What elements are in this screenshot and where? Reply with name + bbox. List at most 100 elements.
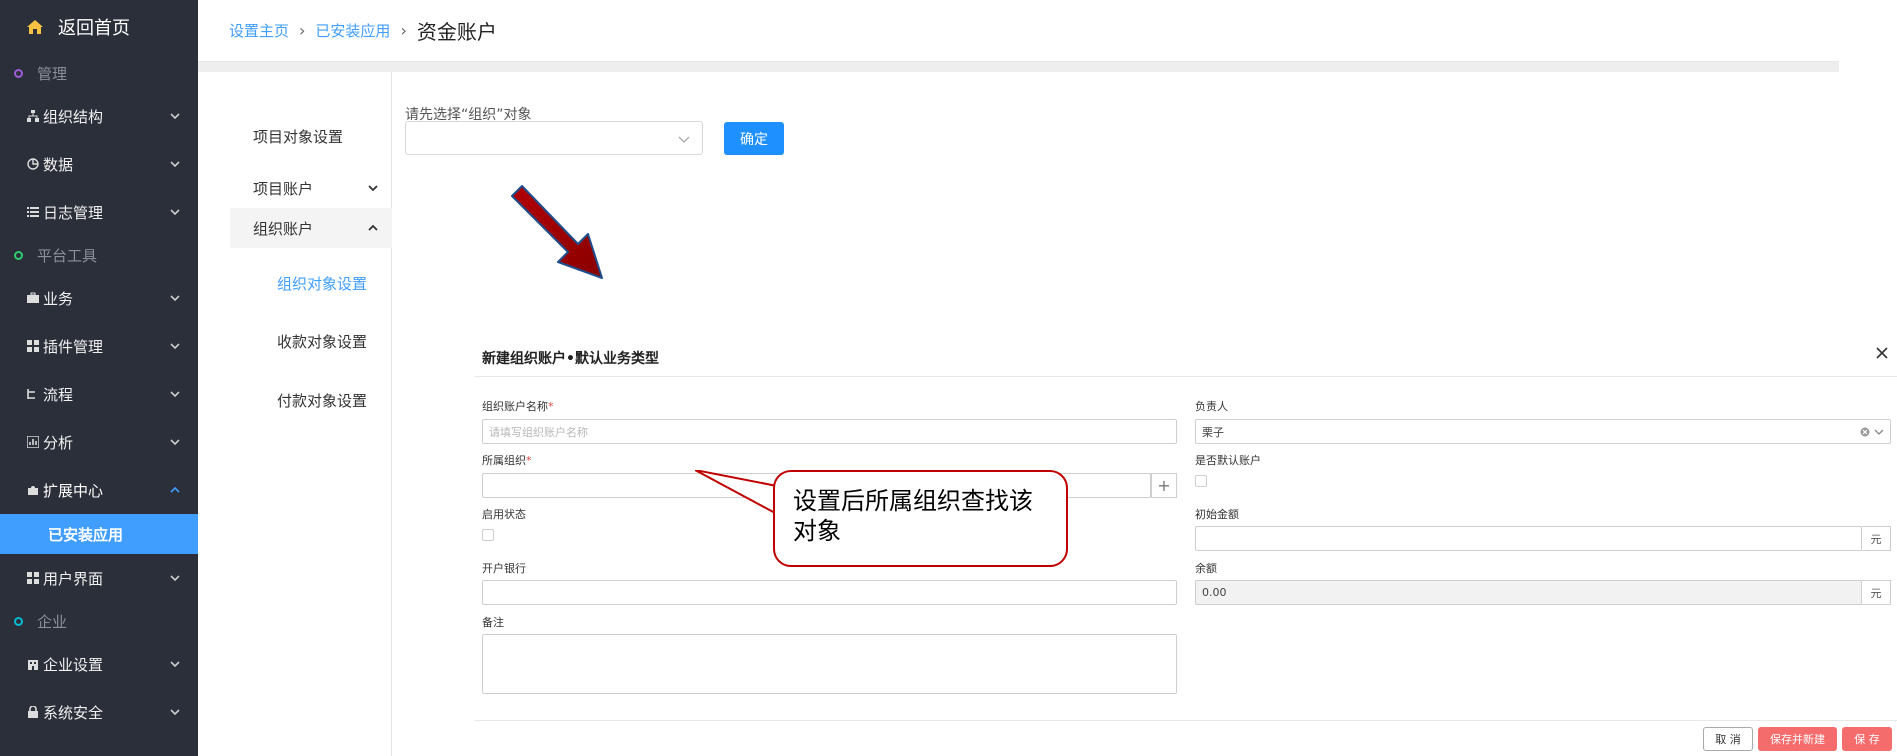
owner-select[interactable]: 栗子 xyxy=(1195,419,1891,444)
chevron-down-icon xyxy=(170,573,180,583)
list-icon xyxy=(26,206,39,219)
remark-label: 备注 xyxy=(482,616,504,629)
chevron-down-icon xyxy=(170,707,180,717)
account-name-input[interactable]: 请填写组织账户名称 xyxy=(482,419,1177,444)
submenu-org-object[interactable]: 组织对象设置 xyxy=(277,273,367,294)
balance-value: 0.00 xyxy=(1202,586,1227,599)
breadcrumb: 设置主页 › 已安装应用 › 资金账户 xyxy=(198,0,1839,62)
group-enterprise: 企业 xyxy=(0,602,198,640)
submenu-org-account[interactable]: 组织账户 xyxy=(230,208,392,248)
sidebar-item-data[interactable]: 数据 xyxy=(0,140,198,188)
chart-icon xyxy=(26,436,39,449)
home-icon xyxy=(26,18,44,36)
callout-pointer-icon xyxy=(695,470,778,515)
group-dot-icon xyxy=(14,68,23,78)
chevron-down-icon xyxy=(170,341,180,351)
lock-icon xyxy=(26,706,39,719)
puzzle-icon xyxy=(26,484,39,497)
sidebar-item-log[interactable]: 日志管理 xyxy=(0,188,198,236)
sidebar-item-label: 已安装应用 xyxy=(48,525,124,544)
chevron-down-icon xyxy=(170,437,180,447)
breadcrumb-separator-icon: › xyxy=(400,21,407,40)
owner-label: 负责人 xyxy=(1195,400,1228,413)
chevron-down-icon xyxy=(368,183,378,193)
initial-amount-label: 初始金额 xyxy=(1195,508,1239,521)
chevron-down-icon xyxy=(170,659,180,669)
sidebar-item-enterprise-settings[interactable]: 企业设置 xyxy=(0,640,198,688)
sidebar-item-org-structure[interactable]: 组织结构 xyxy=(0,92,198,140)
dialog-title: 新建组织账户•默认业务类型 xyxy=(482,351,659,367)
sitemap-icon xyxy=(26,110,39,123)
sidebar-item-extensions[interactable]: 扩展中心 xyxy=(0,466,198,514)
breadcrumb-installed-apps[interactable]: 已安装应用 xyxy=(315,20,390,41)
submenu-label: 项目对象设置 xyxy=(253,127,344,146)
home-link[interactable]: 返回首页 xyxy=(0,0,198,54)
enabled-checkbox[interactable] xyxy=(482,529,494,541)
page-title: 资金账户 xyxy=(416,20,497,44)
sidebar-item-analysis[interactable]: 分析 xyxy=(0,418,198,466)
briefcase-icon xyxy=(26,292,39,305)
header-divider xyxy=(198,62,1839,72)
sidebar-item-plugins[interactable]: 插件管理 xyxy=(0,322,198,370)
confirm-button[interactable]: 确定 xyxy=(724,122,784,155)
flow-icon xyxy=(26,388,39,401)
bank-input[interactable] xyxy=(482,580,1177,605)
sidebar-item-installed-apps[interactable]: 已安装应用 xyxy=(0,514,198,554)
unit-label: 元 xyxy=(1862,526,1891,551)
remark-textarea[interactable] xyxy=(482,634,1177,694)
initial-amount-input[interactable] xyxy=(1195,526,1862,551)
close-icon[interactable] xyxy=(1875,346,1889,360)
enabled-label: 启用状态 xyxy=(482,508,526,521)
chevron-up-icon xyxy=(170,485,180,495)
clear-icon[interactable] xyxy=(1860,427,1870,437)
required-mark: * xyxy=(526,454,532,467)
sidebar-item-business[interactable]: 业务 xyxy=(0,274,198,322)
account-name-label: 组织账户名称* xyxy=(482,398,554,414)
submenu-label: 项目账户 xyxy=(253,179,314,198)
add-org-button[interactable]: + xyxy=(1151,473,1177,498)
required-mark: * xyxy=(548,400,554,413)
group-platform-label: 平台工具 xyxy=(37,246,98,265)
save-and-new-button[interactable]: 保存并新建 xyxy=(1758,727,1837,751)
annotation-callout: 设置后所属组织查找该对象 xyxy=(773,470,1068,567)
submenu-project-object[interactable]: 项目对象设置 xyxy=(230,118,392,154)
building-icon xyxy=(26,658,39,671)
grid-icon xyxy=(26,340,39,353)
dialog-footer-divider xyxy=(474,720,1897,721)
dialog-divider xyxy=(474,376,1897,377)
submenu: 项目对象设置 项目账户 组织账户 组织对象设置 收款对象设置 付款对象设置 xyxy=(214,72,392,756)
chevron-down-icon xyxy=(678,133,690,145)
grid-icon xyxy=(26,572,39,585)
chevron-up-icon xyxy=(368,223,378,233)
sidebar-item-flow[interactable]: 流程 xyxy=(0,370,198,418)
balance-input: 0.00 xyxy=(1195,580,1862,605)
group-dot-icon xyxy=(14,616,23,626)
sidebar-item-ui[interactable]: 用户界面 xyxy=(0,554,198,602)
sidebar: 返回首页 管理 组织结构 数据 日志管理 平台工具 业务 插件管理 流程 分析 … xyxy=(0,0,198,756)
sidebar-item-label: 组织结构 xyxy=(43,107,104,126)
default-account-checkbox[interactable] xyxy=(1195,475,1207,487)
submenu-pay-object[interactable]: 付款对象设置 xyxy=(277,390,367,411)
balance-label: 余额 xyxy=(1195,562,1217,575)
owner-value: 栗子 xyxy=(1202,425,1224,439)
sidebar-item-label: 用户界面 xyxy=(43,569,104,588)
submenu-receive-object[interactable]: 收款对象设置 xyxy=(277,331,367,352)
sidebar-item-security[interactable]: 系统安全 xyxy=(0,688,198,736)
unit-label: 元 xyxy=(1862,580,1891,605)
new-org-account-dialog: 新建组织账户•默认业务类型 组织账户名称* 请填写组织账户名称 所属组织* + … xyxy=(474,336,1897,756)
annotation-arrow-icon xyxy=(511,185,603,279)
label-text: 所属组织 xyxy=(482,454,526,467)
group-dot-icon xyxy=(14,250,23,260)
org-select[interactable] xyxy=(405,121,703,155)
group-platform: 平台工具 xyxy=(0,236,198,274)
submenu-project-account[interactable]: 项目账户 xyxy=(230,170,392,206)
breadcrumb-settings-home[interactable]: 设置主页 xyxy=(229,20,289,41)
cancel-button[interactable]: 取 消 xyxy=(1703,727,1753,751)
bank-label: 开户银行 xyxy=(482,562,526,575)
group-enterprise-label: 企业 xyxy=(37,612,68,631)
sidebar-item-label: 插件管理 xyxy=(43,337,104,356)
save-button[interactable]: 保 存 xyxy=(1842,727,1892,751)
chevron-down-icon xyxy=(170,207,180,217)
label-text: 组织账户名称 xyxy=(482,400,548,413)
breadcrumb-separator-icon: › xyxy=(299,21,306,40)
